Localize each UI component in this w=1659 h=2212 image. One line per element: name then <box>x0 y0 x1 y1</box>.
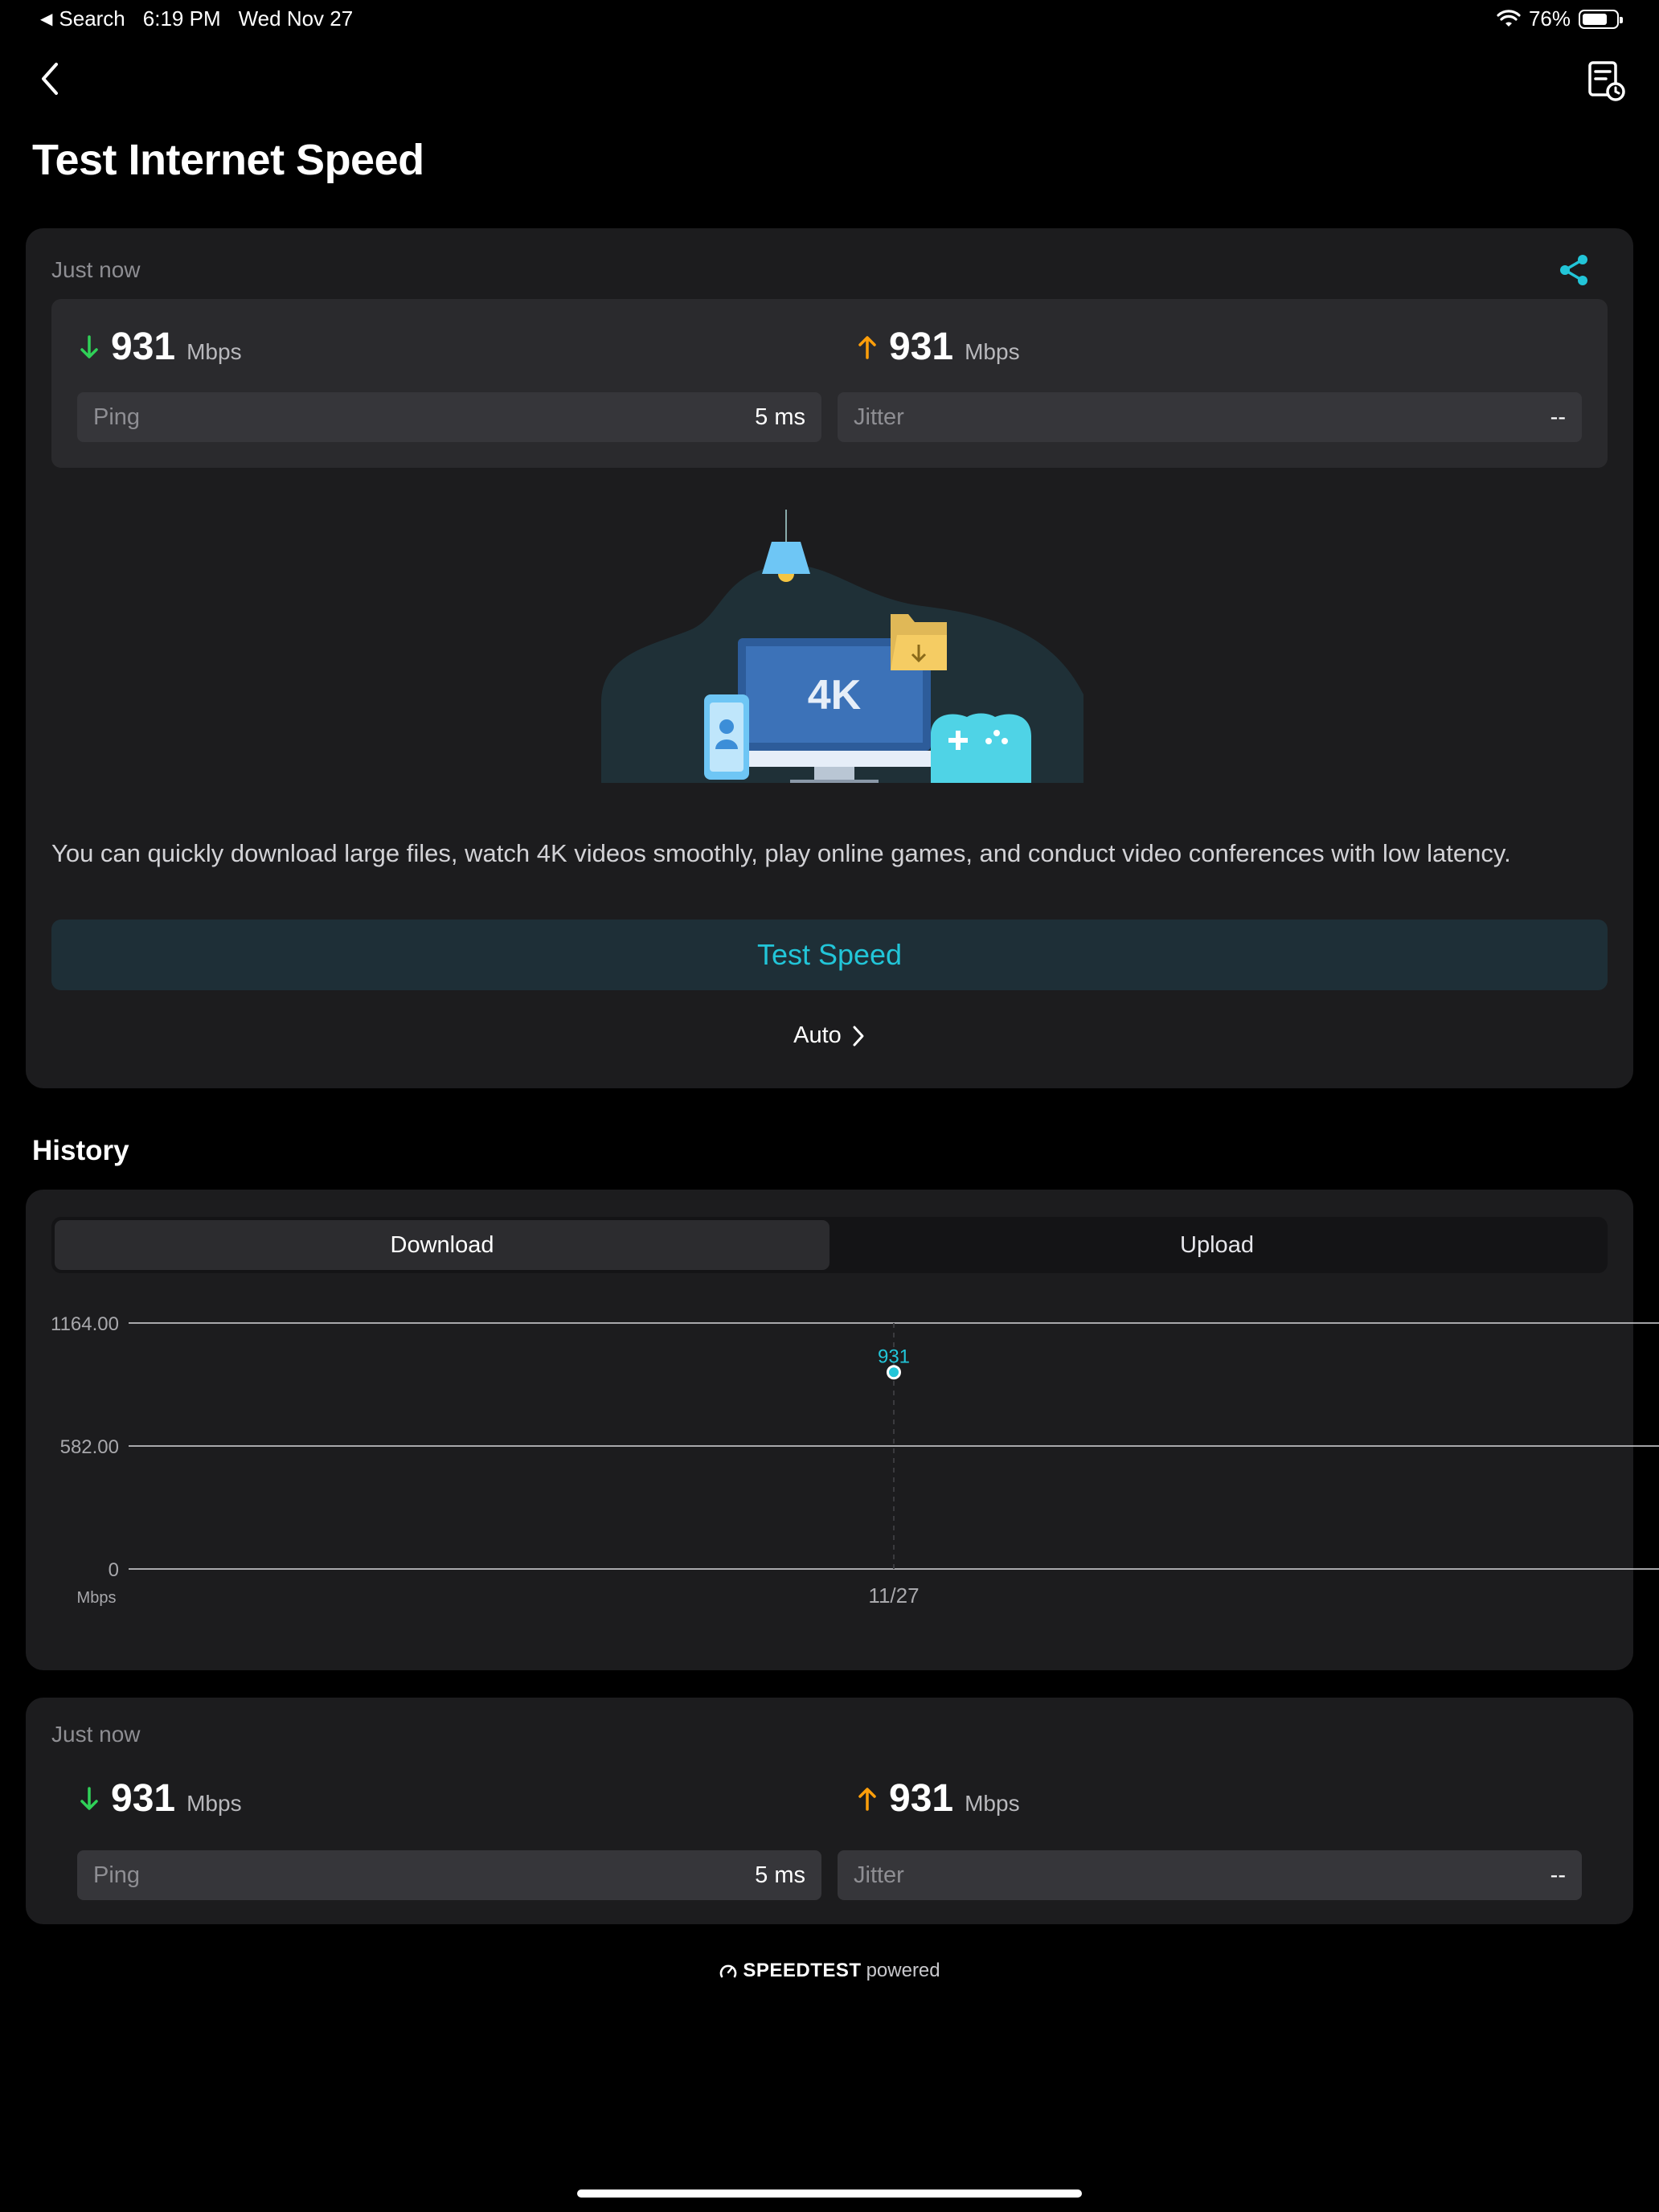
status-time: 6:19 PM <box>142 6 221 31</box>
server-select-link[interactable]: Auto <box>26 1022 1633 1049</box>
history-chart: 1164.00 582.00 0 Mbps 11/27 931 <box>51 1313 1659 1608</box>
ping-metric: Ping 5 ms <box>77 392 821 442</box>
history-entry-timestamp: Just now <box>51 1722 141 1747</box>
test-speed-button[interactable]: Test Speed <box>51 920 1608 990</box>
chevron-right-icon <box>853 1026 864 1046</box>
battery-percent: 76% <box>1528 6 1571 31</box>
home-indicator[interactable] <box>577 2189 1082 2198</box>
y-axis-unit-label: Mbps <box>77 1589 117 1607</box>
4k-devices-illustration: 4K <box>601 510 1083 783</box>
history-download-unit: Mbps <box>186 1791 242 1816</box>
result-summary: 931 Mbps 931 Mbps Ping 5 ms Jitter -- <box>51 299 1608 468</box>
upload-unit: Mbps <box>965 339 1020 364</box>
history-upload-unit: Mbps <box>965 1791 1020 1816</box>
download-arrow-icon <box>80 1786 98 1810</box>
jitter-label: Jitter <box>854 1862 904 1888</box>
jitter-value: -- <box>1550 403 1566 430</box>
ping-label: Ping <box>93 1862 141 1888</box>
download-arrow-icon <box>80 334 98 358</box>
status-bar: ◀ Search 6:19 PM Wed Nov 27 76% <box>0 0 1659 40</box>
back-chevron-icon[interactable] <box>32 56 68 101</box>
download-unit: Mbps <box>186 339 242 364</box>
latest-result-card: Just now 931 Mbps 931 Mbps Ping 5 ms Jit… <box>26 228 1633 1088</box>
speed-description: You can quickly download large files, wa… <box>51 839 1511 867</box>
powered-label: powered <box>866 1960 940 1981</box>
history-entry-card[interactable]: Just now 931 Mbps 931 Mbps Ping 5 ms Jit… <box>26 1698 1633 1924</box>
data-point <box>889 1367 899 1378</box>
tab-upload[interactable]: Upload <box>830 1220 1604 1270</box>
history-ping-metric: Ping 5 ms <box>77 1850 821 1900</box>
wifi-icon <box>1497 9 1521 27</box>
history-download-speed: 931 Mbps <box>79 1776 242 1821</box>
share-icon[interactable] <box>1556 252 1591 288</box>
back-triangle-icon: ◀ <box>40 10 53 28</box>
upload-speed: 931 Mbps <box>857 325 1020 369</box>
upload-value: 931 <box>889 326 954 368</box>
server-select-label: Auto <box>793 1022 842 1048</box>
y-tick-label: 0 <box>109 1559 119 1581</box>
data-label: 931 <box>878 1346 910 1367</box>
speedtest-brand: SPEEDTEST <box>743 1960 862 1981</box>
tab-download[interactable]: Download <box>55 1220 830 1270</box>
history-chart-card: Download Upload 1164.00 582.00 0 Mbps 11/27 9… <box>26 1190 1659 1670</box>
history-report-icon[interactable] <box>1585 58 1627 103</box>
page-title: Test Internet Speed <box>32 136 424 184</box>
upload-arrow-icon <box>858 1787 876 1811</box>
download-speed: 931 Mbps <box>79 325 242 369</box>
history-upload-value: 931 <box>889 1777 954 1820</box>
back-app-label: Search <box>59 6 125 31</box>
ping-value: 5 ms <box>755 1862 805 1888</box>
x-tick-label: 11/27 <box>868 1583 919 1608</box>
ping-label: Ping <box>93 403 141 430</box>
status-date: Wed Nov 27 <box>238 6 354 31</box>
speedometer-icon <box>720 1964 737 1978</box>
history-upload-speed: 931 Mbps <box>857 1776 1020 1821</box>
jitter-metric: Jitter -- <box>838 392 1582 442</box>
download-value: 931 <box>111 326 176 368</box>
y-tick-label: 1164.00 <box>51 1313 119 1335</box>
ping-value: 5 ms <box>755 403 805 430</box>
result-timestamp: Just now <box>51 257 141 282</box>
history-title: History <box>32 1135 129 1166</box>
jitter-value: -- <box>1550 1862 1566 1888</box>
speedtest-powered-logo: SPEEDTEST powered <box>0 1960 1659 1982</box>
battery-icon <box>1579 9 1623 29</box>
history-jitter-metric: Jitter -- <box>838 1850 1582 1900</box>
y-tick-label: 582.00 <box>60 1436 119 1458</box>
history-tab-switcher: Download Upload <box>51 1217 1608 1273</box>
4k-badge: 4K <box>808 672 862 719</box>
jitter-label: Jitter <box>854 403 904 430</box>
history-download-value: 931 <box>111 1777 176 1820</box>
upload-arrow-icon <box>858 335 876 359</box>
back-to-app-link[interactable]: ◀ Search <box>40 6 125 31</box>
